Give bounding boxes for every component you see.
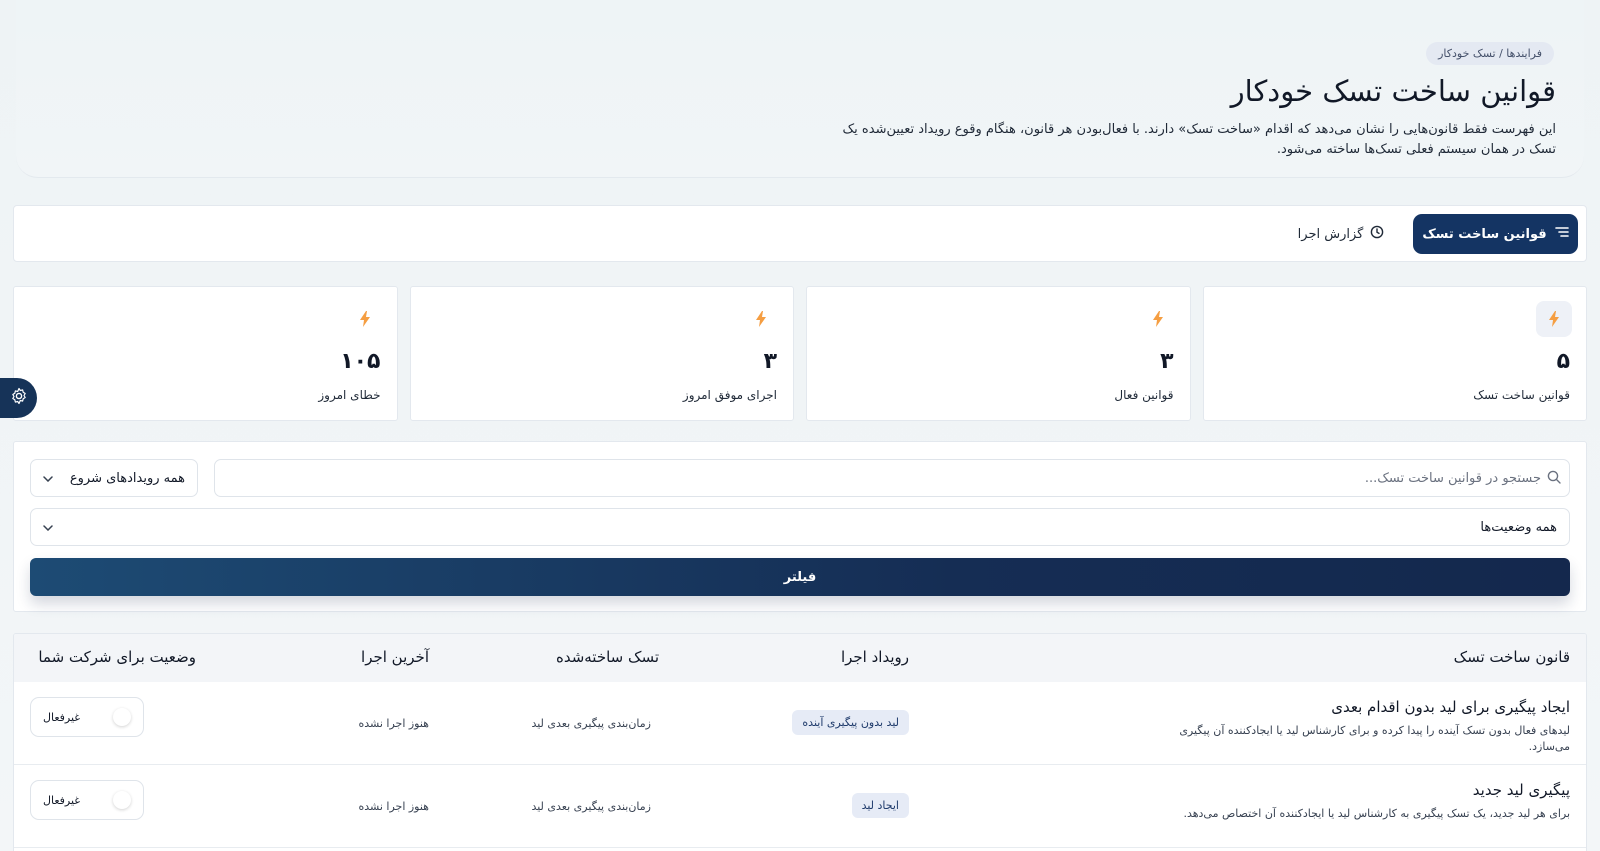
filter-panel: همه رویدادهای شروع همه وضعیت‌ها فیلتر [13,441,1587,612]
status-select-value: همه وضعیت‌ها [1480,519,1557,535]
stat-value: ۳ [763,349,777,374]
chevron-down-icon [43,471,53,486]
last-run: هنوز اجرا نشده [358,800,429,813]
gear-icon [10,387,28,409]
status-label: غیرفعال [43,710,81,724]
rule-description: برای هر لید جدید، یک تسک پیگیری به کارشن… [1183,807,1570,820]
stat-label: خطای امروز [318,388,381,402]
tab-task-rules[interactable]: قوانین ساخت تسک [1413,214,1578,254]
status-toggle[interactable]: غیرفعال [30,780,144,820]
column-header-last-run: آخرین اجرا [361,648,429,666]
filter-button[interactable]: فیلتر [30,558,1570,596]
stat-value: ۳ [1160,349,1174,374]
bolt-icon [743,301,779,337]
created-task: زمان‌بندی پیگیری بعدی لید [531,800,651,813]
table-header: قانون ساخت تسک رویداد اجرا تسک ساخته‌شده… [14,634,1586,682]
rules-table: قانون ساخت تسک رویداد اجرا تسک ساخته‌شده… [13,633,1587,851]
events-select-value: همه رویدادهای شروع [69,470,185,486]
tab-execution-report[interactable]: گزارش اجرا [1291,214,1391,254]
chevron-down-icon [43,520,53,535]
column-header-status: وضعیت برای شرکت شما [38,648,196,666]
tab-task-rules-label: قوانین ساخت تسک [1422,226,1547,242]
rule-title: پیگیری لید جدید [1472,781,1570,799]
page-header: فرایندها / تسک خودکار قوانین ساخت تسک خو… [16,0,1584,178]
bolt-icon [1536,301,1572,337]
table-row[interactable]: ایجاد پیگیری برای لید بدون اقدام بعدی لی… [14,682,1586,765]
column-header-rule: قانون ساخت تسک [1453,648,1570,666]
stat-label: اجرای موفق امروز [682,388,777,402]
events-select[interactable]: همه رویدادهای شروع [30,459,198,497]
last-run: هنوز اجرا نشده [358,717,429,730]
bolt-icon [1140,301,1176,337]
status-label: غیرفعال [43,793,81,807]
stat-card-task-rules: ۵ قوانین ساخت تسک [1202,286,1587,421]
search-field[interactable] [214,459,1570,497]
toggle-knob [113,791,131,809]
toggle-knob [113,708,131,726]
rule-title: ایجاد پیگیری برای لید بدون اقدام بعدی [1331,698,1570,716]
search-input[interactable] [223,470,1541,486]
search-icon [1547,469,1561,488]
event-badge: ایجاد لید [851,793,909,818]
stat-label: قوانین ساخت تسک [1473,388,1570,402]
tabs-bar: قوانین ساخت تسک گزارش اجرا [13,205,1587,262]
stats-row: ۵ قوانین ساخت تسک ۳ قوانین فعال ۳ اجرای … [13,286,1587,421]
created-task: زمان‌بندی پیگیری بعدی لید [531,717,651,730]
list-icon [1554,225,1569,243]
status-toggle[interactable]: غیرفعال [30,697,144,737]
stat-value: ۱۰۵ [340,349,381,374]
column-header-created-task: تسک ساخته‌شده [555,648,659,666]
rule-description: لیدهای فعال بدون تسک آینده را پیدا کرده … [1179,724,1570,753]
stat-label: قوانین فعال [1114,388,1174,402]
event-badge: لید بدون پیگیری آینده [792,710,909,735]
stat-card-active-rules: ۳ قوانین فعال [806,286,1191,421]
breadcrumb[interactable]: فرایندها / تسک خودکار [1426,42,1554,65]
stat-card-errors-today: ۱۰۵ خطای امروز [13,286,398,421]
bolt-icon [347,301,383,337]
page-description: این فهرست فقط قانون‌هایی را نشان می‌دهد … [842,122,1556,157]
table-row[interactable]: پیگیری لید جدید برای هر لید جدید، یک تسک… [14,765,1586,848]
status-select[interactable]: همه وضعیت‌ها [30,508,1570,546]
column-header-event: رویداد اجرا [840,648,909,666]
clock-icon [1370,225,1384,243]
stat-card-successful-runs: ۳ اجرای موفق امروز [409,286,794,421]
page-title: قوانین ساخت تسک خودکار [1230,74,1556,108]
stat-value: ۵ [1556,349,1570,374]
tab-execution-report-label: گزارش اجرا [1297,226,1364,242]
